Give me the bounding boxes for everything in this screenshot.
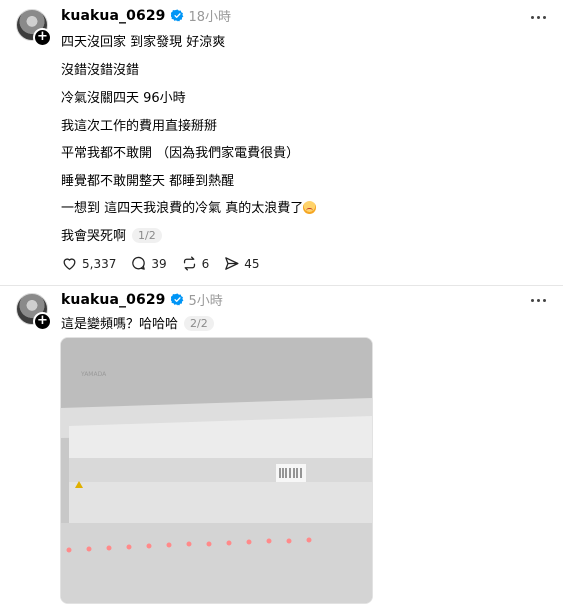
verified-badge-icon — [170, 293, 183, 306]
post-text-line: 平常我都不敢開 （因為我們家電費很貴） — [61, 146, 300, 161]
photo-brand-text: YAMADA — [80, 371, 107, 378]
more-options-icon[interactable] — [527, 12, 549, 22]
post-text: 我會哭死啊 — [61, 229, 127, 244]
username[interactable]: kuakua_0629 — [61, 8, 166, 24]
follow-plus-icon[interactable]: + — [33, 312, 52, 331]
post-divider — [0, 285, 563, 286]
thread-pager-badge: 1/2 — [132, 228, 162, 243]
repost-count: 6 — [201, 256, 210, 271]
comment-bubble-icon — [132, 256, 146, 270]
more-options-icon[interactable] — [527, 295, 549, 305]
crying-face-emoji — [303, 201, 317, 214]
post-text-line: 沒錯沒錯沒錯 — [61, 63, 140, 78]
post-text-line: 這是變頻嗎？哈哈哈 2/2 — [61, 313, 214, 332]
post-actions: 5,337 39 6 45 — [61, 255, 274, 272]
post-time: 18小時 — [188, 10, 232, 25]
post-text: 這是變頻嗎？哈哈哈 — [61, 317, 179, 332]
air-conditioner-photo: YAMADA — [61, 338, 372, 603]
heart-icon — [63, 258, 76, 270]
comment-count: 39 — [151, 256, 167, 271]
like-button[interactable]: 5,337 — [61, 255, 116, 272]
post-time: 5小時 — [188, 294, 223, 309]
share-count: 45 — [244, 256, 260, 271]
post-text-line: 一想到 這四天我浪費的冷氣 真的太浪費了 — [61, 197, 317, 216]
post-header: kuakua_0629 18小時 — [61, 6, 232, 26]
post-text-line: 睡覺都不敢開整天 都睡到熱醒 — [61, 170, 234, 189]
like-count: 5,337 — [82, 256, 117, 271]
username[interactable]: kuakua_0629 — [61, 292, 166, 308]
post-text-line: 四天沒回家 到家發現 好涼爽 — [61, 35, 226, 50]
verified-badge-icon — [170, 9, 183, 22]
post-header: kuakua_0629 5小時 — [61, 290, 223, 310]
follow-plus-icon[interactable]: + — [33, 28, 52, 47]
comment-button[interactable]: 39 — [130, 255, 167, 272]
post-text: 一想到 這四天我浪費的冷氣 真的太浪費了 — [61, 201, 304, 216]
post-text-line: 我這次工作的費用直接掰掰 — [61, 119, 218, 134]
share-button[interactable]: 45 — [223, 255, 260, 272]
repost-icon — [183, 256, 195, 271]
repost-button[interactable]: 6 — [181, 255, 210, 272]
post-photo[interactable]: YAMADA — [60, 337, 373, 604]
post-text: 睡覺都不敢開整天 都睡到熱醒 — [61, 174, 235, 189]
post-text-line: 我會哭死啊 1/2 — [61, 225, 162, 244]
share-icon — [225, 257, 239, 270]
post-text-line: 冷氣沒關四天 96小時 — [61, 91, 186, 106]
thread-pager-badge: 2/2 — [184, 316, 214, 331]
